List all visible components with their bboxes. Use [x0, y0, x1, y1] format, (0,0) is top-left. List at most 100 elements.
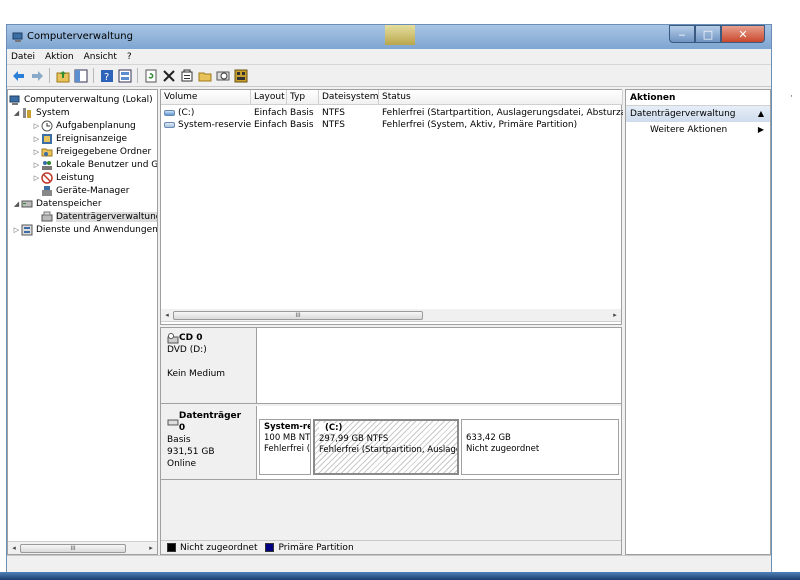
- toolbar-separator: [49, 68, 50, 83]
- column-layout[interactable]: Layout: [251, 90, 287, 105]
- minimize-button[interactable]: ‒: [669, 25, 695, 43]
- disk-label-cd0[interactable]: CD 0 DVD (D:) Kein Medium: [161, 328, 257, 404]
- expanded-arrow-icon[interactable]: ◢: [12, 109, 21, 117]
- partition-title: (C:): [319, 423, 453, 434]
- scroll-right-icon[interactable]: ▸: [610, 310, 620, 321]
- collapsed-arrow-icon[interactable]: ▷: [32, 148, 41, 156]
- menu-aktion[interactable]: Aktion: [45, 52, 74, 62]
- collapsed-arrow-icon[interactable]: ▷: [32, 135, 41, 143]
- action-more-actions[interactable]: Weitere Aktionen ▶: [626, 122, 770, 138]
- expanded-arrow-icon[interactable]: ◢: [12, 200, 21, 208]
- volume-type: Basis: [290, 120, 314, 130]
- disk-map-button[interactable]: [233, 68, 248, 83]
- disk-label-disk0[interactable]: Datenträger 0 Basis 931,51 GB Online: [161, 406, 257, 480]
- column-status[interactable]: Status: [379, 90, 623, 105]
- minimize-icon: ‒: [678, 27, 686, 41]
- actions-section-disk-management[interactable]: Datenträgerverwaltung ▲: [626, 106, 770, 122]
- clock-icon: [41, 120, 53, 131]
- partition-system-reserved[interactable]: System-re 100 MB NT Fehlerfrei (: [259, 419, 311, 475]
- properties-sheet-button[interactable]: [179, 68, 194, 83]
- tree-item-disk-management[interactable]: Datenträgerverwaltung: [41, 210, 157, 223]
- disk-info-line: Basis: [167, 435, 191, 445]
- collapsed-arrow-icon[interactable]: ▷: [32, 174, 41, 182]
- actions-pane: Aktionen Datenträgerverwaltung ▲ Weitere…: [625, 89, 771, 555]
- delete-button[interactable]: [161, 68, 176, 83]
- navigation-tree: Computerverwaltung (Lokal) ◢ System ▷ Au…: [7, 89, 158, 555]
- properties-sheet-icon: [181, 69, 192, 81]
- cd0-empty-area: [257, 328, 621, 404]
- tree-item-device-manager[interactable]: Geräte-Manager: [41, 184, 130, 197]
- window-title: Computerverwaltung: [27, 31, 133, 42]
- volume-status: Fehlerfrei (System, Aktiv, Primäre Parti…: [382, 120, 578, 130]
- partition-size: 633,42 GB: [466, 433, 511, 443]
- tree-item-services-apps[interactable]: ▷ Dienste und Anwendungen: [12, 223, 157, 236]
- volume-horizontal-scrollbar[interactable]: ◂ III ▸: [161, 309, 621, 322]
- forward-button[interactable]: [29, 68, 44, 83]
- partition-status: Fehlerfrei (Startpartition, Auslager: [319, 445, 459, 455]
- menu-ansicht[interactable]: Ansicht: [84, 52, 117, 62]
- partition-title: [466, 422, 614, 433]
- services-icon: [21, 224, 33, 235]
- search-disk-button[interactable]: [215, 68, 230, 83]
- menu-bar: Datei Aktion Ansicht ?: [7, 49, 771, 65]
- tree-item-system[interactable]: ◢ System: [12, 106, 70, 119]
- refresh-button[interactable]: [143, 68, 158, 83]
- volume-name: (C:): [178, 108, 195, 118]
- column-type[interactable]: Typ: [287, 90, 319, 105]
- collapse-arrow-icon[interactable]: ▲: [758, 106, 764, 122]
- open-folder-button[interactable]: [197, 68, 212, 83]
- disk-map-icon: [234, 69, 247, 82]
- tree-item-storage[interactable]: ◢ Datenspeicher: [12, 197, 102, 210]
- up-folder-button[interactable]: [55, 68, 70, 83]
- title-decoration: [385, 25, 415, 45]
- menu-datei[interactable]: Datei: [11, 52, 35, 62]
- submenu-arrow-icon: ▶: [757, 125, 764, 134]
- action-label: Weitere Aktionen: [650, 125, 728, 135]
- tree-item-shared-folders[interactable]: ▷ Freigegebene Ordner: [32, 145, 151, 158]
- disk-map: CD 0 DVD (D:) Kein Medium Datenträger 0 …: [160, 327, 622, 555]
- tree-item-task-scheduler[interactable]: ▷ Aufgabenplanung: [32, 119, 136, 132]
- maximize-button[interactable]: □: [695, 25, 721, 43]
- volume-list: Volume Layout Typ Dateisystem Status (C:…: [160, 89, 623, 325]
- search-disk-icon: [216, 71, 229, 80]
- actions-header: Aktionen: [626, 90, 770, 106]
- partition-size: 100 MB NT: [264, 433, 311, 443]
- volume-name: System-reserviert: [178, 120, 251, 130]
- properties-button[interactable]: [117, 68, 132, 83]
- show-tree-button[interactable]: [73, 68, 88, 83]
- tree-horizontal-scrollbar[interactable]: ◂ III ▸: [8, 541, 157, 554]
- disk0-partition-area: System-re 100 MB NT Fehlerfrei ( (C:) 29…: [257, 406, 621, 480]
- scroll-left-icon[interactable]: ◂: [162, 310, 172, 321]
- status-bar: [7, 555, 771, 573]
- toolbar: ?: [7, 65, 771, 87]
- partition-unallocated[interactable]: 633,42 GB Nicht zugeordnet: [461, 419, 619, 475]
- tree-item-computer-management[interactable]: Computerverwaltung (Lokal): [9, 93, 153, 106]
- collapsed-arrow-icon[interactable]: ▷: [32, 122, 41, 130]
- scroll-thumb[interactable]: III: [20, 544, 126, 553]
- back-button[interactable]: [11, 68, 26, 83]
- legend-label: Nicht zugeordnet: [180, 542, 258, 553]
- partition-c[interactable]: (C:) 297,99 GB NTFS Fehlerfrei (Startpar…: [313, 419, 459, 475]
- volume-filesystem: NTFS: [322, 120, 345, 130]
- collapsed-arrow-icon[interactable]: ▷: [12, 226, 21, 234]
- svg-text:?: ?: [104, 72, 109, 83]
- collapsed-arrow-icon[interactable]: ▷: [32, 161, 41, 169]
- scroll-thumb[interactable]: III: [173, 311, 423, 320]
- column-volume[interactable]: Volume: [161, 90, 251, 105]
- title-bar[interactable]: Computerverwaltung ‒ □ ✕: [7, 25, 771, 49]
- hard-disk-icon: [167, 419, 179, 425]
- scroll-right-icon[interactable]: ▸: [146, 543, 156, 554]
- close-button[interactable]: ✕: [721, 25, 765, 43]
- menu-help[interactable]: ?: [127, 52, 132, 62]
- disk-management-icon: [41, 211, 53, 221]
- tree-item-event-viewer[interactable]: ▷ Ereignisanzeige: [32, 132, 127, 145]
- disk-info-line: [167, 356, 250, 368]
- partition-status: Nicht zugeordnet: [466, 444, 540, 454]
- users-icon: [42, 160, 52, 170]
- help-button[interactable]: ?: [99, 68, 114, 83]
- disk-info-line: Online: [167, 459, 197, 469]
- tree-item-local-users[interactable]: ▷ Lokale Benutzer und Gruppen: [32, 158, 157, 171]
- tree-item-performance[interactable]: ▷ Leistung: [32, 171, 94, 184]
- scroll-left-icon[interactable]: ◂: [9, 543, 19, 554]
- column-filesystem[interactable]: Dateisystem: [319, 90, 379, 105]
